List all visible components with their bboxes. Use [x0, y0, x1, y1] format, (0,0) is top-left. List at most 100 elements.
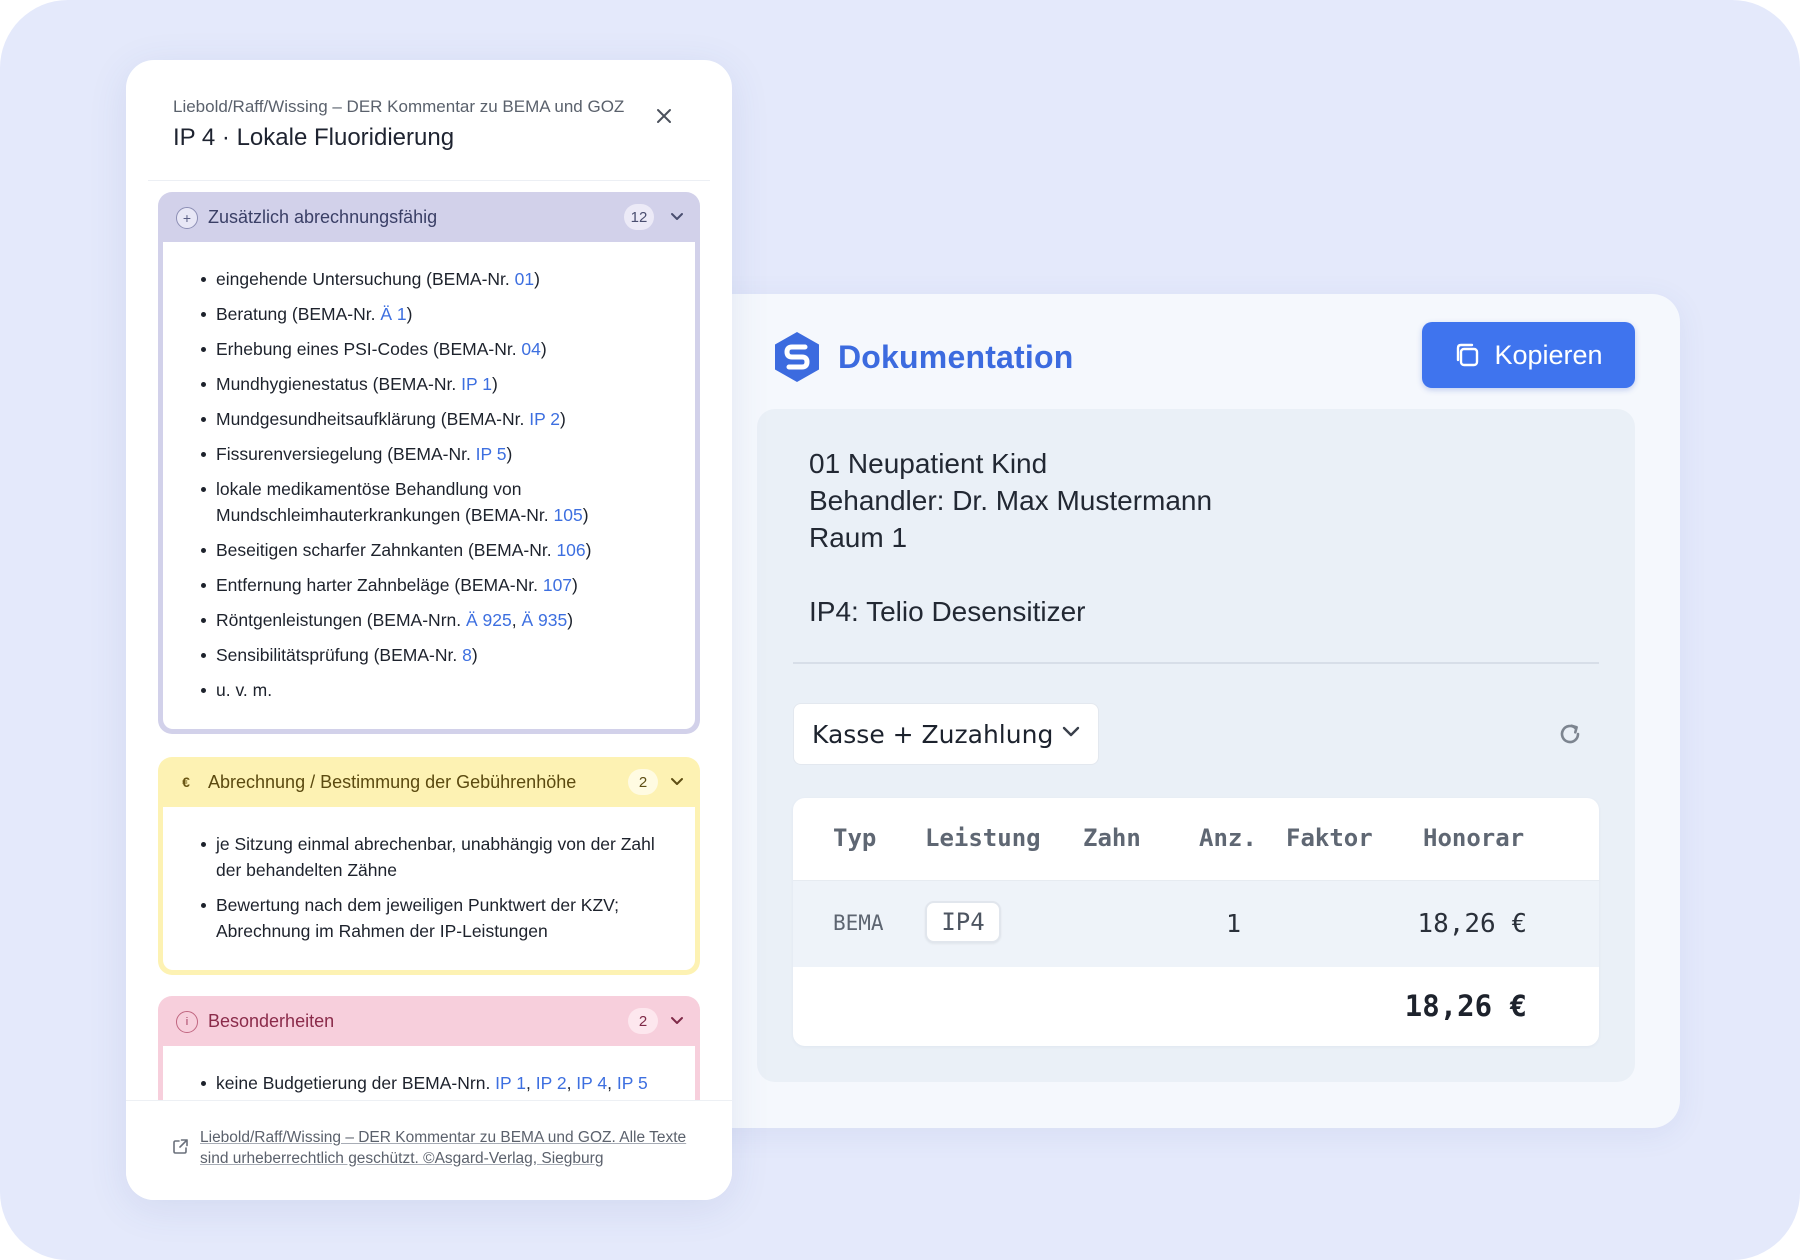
section-header[interactable]: i Besonderheiten 2 — [158, 996, 700, 1046]
select-value: Kasse + Zuzahlung — [812, 719, 1054, 749]
note-line: Behandler: Dr. Max Mustermann — [809, 485, 1213, 516]
section-abrechnung: € Abrechnung / Bestimmung der Gebührenhö… — [158, 757, 700, 975]
refresh-icon[interactable] — [1557, 721, 1583, 747]
panel-footer: Liebold/Raff/Wissing – DER Kommentar zu … — [126, 1100, 732, 1200]
list-item: Beratung (BEMA-Nr. Ä 1) — [201, 301, 671, 327]
bema-link[interactable]: Ä 1 — [380, 304, 406, 324]
list-item-suffix: ) — [471, 645, 478, 665]
list-item-suffix: ) — [572, 575, 578, 595]
section-count-badge: 12 — [624, 204, 654, 230]
list-item-text: u. v. m. — [216, 680, 273, 700]
list-item: Beseitigen scharfer Zahnkanten (BEMA-Nr.… — [201, 537, 671, 563]
list-item-text: Beseitigen scharfer Zahnkanten (BEMA-Nr. — [216, 540, 557, 560]
bema-link[interactable]: Ä 935 — [521, 610, 567, 630]
list-item: Mundhygienestatus (BEMA-Nr. IP 1) — [201, 371, 671, 397]
bema-link[interactable]: IP 5 — [617, 1073, 648, 1093]
bema-link[interactable]: IP 2 — [529, 409, 560, 429]
bema-link[interactable]: 8 — [462, 645, 472, 665]
list-item-text: Entfernung harter Zahnbeläge (BEMA-Nr. — [216, 575, 543, 595]
billing-type-select[interactable]: Kasse + Zuzahlung — [793, 703, 1099, 765]
table-row[interactable]: BEMA IP4 1 18,26 € — [793, 881, 1599, 967]
list-item: je Sitzung einmal abrechenbar, unabhängi… — [201, 831, 671, 883]
copy-icon — [1457, 343, 1479, 367]
section-label: Abrechnung / Bestimmung der Gebührenhöhe — [208, 772, 577, 792]
bema-link[interactable]: IP 4 — [576, 1073, 607, 1093]
cell-typ: BEMA — [833, 911, 884, 935]
copy-button[interactable]: Kopieren — [1422, 322, 1635, 388]
bema-link[interactable]: IP 5 — [476, 444, 507, 464]
list-item-text: je Sitzung einmal abrechenbar, unabhängi… — [216, 834, 655, 880]
section-list: je Sitzung einmal abrechenbar, unabhängi… — [201, 831, 671, 953]
list-item: Sensibilitätsprüfung (BEMA-Nr. 8) — [201, 642, 671, 668]
list-item-suffix: ) — [560, 409, 566, 429]
list-item-suffix: ) — [491, 374, 498, 394]
bema-link[interactable]: 105 — [554, 505, 583, 525]
column-header-honorar: Honorar — [1423, 824, 1525, 852]
list-item-suffix: ) — [540, 339, 547, 359]
section-body: je Sitzung einmal abrechenbar, unabhängi… — [163, 807, 695, 970]
list-item: Erhebung eines PSI-Codes (BEMA-Nr. 04) — [201, 336, 671, 362]
brand-logo-icon — [775, 332, 819, 382]
list-item-text: keine Budgetierung der BEMA-Nrn. — [216, 1073, 496, 1093]
list-item: Fissurenversiegelung (BEMA-Nr. IP 5) — [201, 441, 671, 467]
section-header[interactable]: + Zusätzlich abrechnungsfähig 12 — [158, 192, 700, 242]
service-chip[interactable]: IP4 — [925, 901, 1001, 943]
list-item: Entfernung harter Zahnbeläge (BEMA-Nr. 1… — [201, 572, 671, 598]
note-line: Raum 1 — [809, 522, 908, 553]
bema-link[interactable]: 01 — [515, 269, 534, 289]
list-item: lokale medikamentöse Behandlung von Mund… — [201, 476, 671, 528]
divider — [793, 662, 1599, 664]
list-item-text: Mundgesundheitsaufklärung (BEMA-Nr. — [216, 409, 530, 429]
bema-link[interactable]: IP 2 — [536, 1073, 567, 1093]
commentary-panel: Liebold/Raff/Wissing – DER Kommentar zu … — [126, 60, 732, 1200]
divider — [148, 180, 710, 181]
bema-link[interactable]: 107 — [543, 575, 572, 595]
list-item-suffix: ) — [506, 444, 513, 464]
list-item-suffix: ) — [582, 505, 589, 525]
external-link-icon[interactable] — [172, 1138, 189, 1155]
section-header[interactable]: € Abrechnung / Bestimmung der Gebührenhö… — [158, 757, 700, 807]
bema-link[interactable]: IP 1 — [461, 374, 492, 394]
table-total-row: 18,26 € — [793, 967, 1599, 1046]
list-item: eingehende Untersuchung (BEMA-Nr. 01) — [201, 266, 671, 292]
column-header-leistung: Leistung — [925, 824, 1041, 852]
bema-link[interactable]: Ä 925 — [466, 610, 512, 630]
close-icon[interactable] — [654, 106, 674, 126]
app-background: Dokumentation Kopieren 01 Neupatient Kin… — [0, 0, 1800, 1260]
bema-link[interactable]: 106 — [556, 540, 585, 560]
documentation-card: Dokumentation Kopieren 01 Neupatient Kin… — [640, 294, 1680, 1128]
bema-link[interactable]: 04 — [521, 339, 540, 359]
list-item: u. v. m. — [201, 677, 671, 703]
copy-button-label: Kopieren — [1494, 339, 1603, 370]
documentation-content: 01 Neupatient Kind Behandler: Dr. Max Mu… — [757, 409, 1635, 1082]
table-header: Typ Leistung Zahn Anz. Faktor Honorar — [793, 798, 1599, 881]
section-count-badge: 2 — [628, 769, 658, 795]
list-item: keine Budgetierung der BEMA-Nrn. IP 1, I… — [201, 1070, 671, 1096]
chevron-down-icon[interactable] — [670, 212, 684, 221]
section-label: Besonderheiten — [208, 1011, 335, 1031]
chevron-down-icon[interactable] — [670, 777, 684, 786]
bema-link[interactable]: IP 1 — [495, 1073, 526, 1093]
doc-title: Dokumentation — [838, 338, 1074, 375]
section-label: Zusätzlich abrechnungsfähig — [208, 207, 438, 227]
cell-honorar: 18,26 € — [1417, 909, 1527, 939]
list-item: Röntgenleistungen (BEMA-Nrn. Ä 925, Ä 93… — [201, 607, 671, 633]
list-item-text: Fissurenversiegelung (BEMA-Nr. — [216, 444, 476, 464]
list-item-text: lokale medikamentöse Behandlung von Mund… — [216, 479, 554, 525]
note-line: 01 Neupatient Kind — [809, 448, 1048, 479]
chevron-down-icon — [1062, 726, 1080, 737]
panel-subtitle: Liebold/Raff/Wissing – DER Kommentar zu … — [173, 97, 625, 116]
note-line: IP4: Telio Desensitizer — [809, 596, 1086, 627]
chevron-down-icon[interactable] — [670, 1016, 684, 1025]
copyright-link[interactable]: Liebold/Raff/Wissing – DER Kommentar zu … — [200, 1127, 700, 1169]
column-header-zahn: Zahn — [1083, 824, 1141, 852]
column-header-anzahl: Anz. — [1199, 824, 1257, 852]
column-header-faktor: Faktor — [1286, 824, 1373, 852]
documentation-notes[interactable]: 01 Neupatient Kind Behandler: Dr. Max Mu… — [809, 445, 1212, 630]
cell-anzahl: 1 — [1226, 909, 1242, 938]
list-item-text: Sensibilitätsprüfung (BEMA-Nr. — [216, 645, 463, 665]
section-body: eingehende Untersuchung (BEMA-Nr. 01) Ber… — [163, 242, 695, 729]
list-item: Bewertung nach dem jeweiligen Punktwert … — [201, 892, 671, 944]
doc-header: Dokumentation — [770, 330, 1074, 384]
list-item-text: Röntgenleistungen (BEMA-Nrn. — [216, 610, 466, 630]
